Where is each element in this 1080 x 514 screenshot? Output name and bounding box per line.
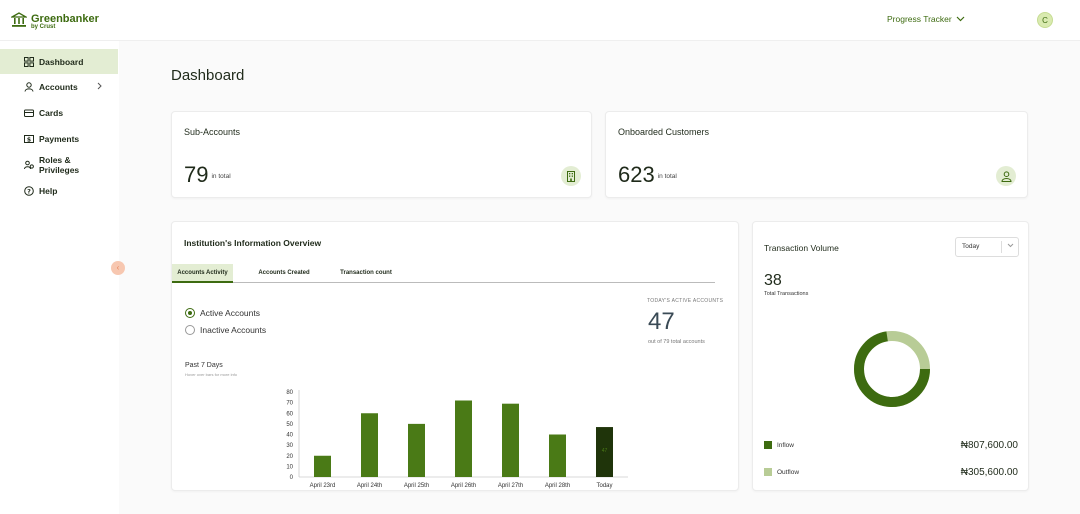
top-bar: Greenbanker by Crust Progress Tracker C xyxy=(0,0,1080,41)
sidebar-item-label: Payments xyxy=(39,134,80,144)
y-tick-label: 60 xyxy=(286,411,293,417)
payments-icon: $ xyxy=(23,134,34,145)
y-tick-label: 10 xyxy=(286,464,293,470)
transaction-donut-chart xyxy=(854,331,930,407)
chevron-right-icon xyxy=(97,82,102,92)
grid-icon xyxy=(23,56,34,67)
onboarded-customers-value: 623 in total xyxy=(618,162,677,187)
chart-bar[interactable] xyxy=(455,400,472,478)
sidebar-item-label: Accounts xyxy=(39,82,78,92)
sub-accounts-value: 79 in total xyxy=(184,162,231,187)
chart-bar[interactable] xyxy=(408,423,425,477)
legend-label: Outflow xyxy=(777,468,800,476)
sidebar-item-label: Cards xyxy=(39,108,64,118)
outflow-amount: ₦305,600.00 xyxy=(960,467,1018,478)
total-transactions-value: 38 xyxy=(764,272,782,289)
svg-text:$: $ xyxy=(26,136,30,143)
x-tick-label: April 23rd xyxy=(310,483,336,489)
overview-card: Institution's Information Overview Accou… xyxy=(171,221,739,491)
sub-accounts-label: Sub-Accounts xyxy=(184,127,241,137)
period-select[interactable]: Today xyxy=(955,237,1019,257)
sidebar-collapse-button[interactable]: ‹ xyxy=(111,261,125,275)
bank-logo-icon xyxy=(9,12,29,33)
user-icon xyxy=(23,82,34,93)
chevron-left-icon: ‹ xyxy=(116,263,120,272)
x-tick-label: April 27th xyxy=(498,483,523,489)
y-tick-label: 70 xyxy=(286,401,293,407)
total-transactions-label: Total Transactions xyxy=(764,291,809,297)
bar-data-label: 47 xyxy=(602,448,608,454)
onboarded-customers-label: Onboarded Customers xyxy=(618,127,710,137)
transaction-volume-title: Transaction Volume xyxy=(764,243,839,253)
legend-outflow: Outflow xyxy=(764,468,799,476)
sidebar-item-roles[interactable]: Roles & Privileges xyxy=(0,153,118,177)
y-tick-label: 40 xyxy=(286,433,293,439)
sidebar: Dashboard Accounts Cards $ Payments Role… xyxy=(0,41,119,514)
users-icon xyxy=(996,166,1016,186)
roles-icon xyxy=(23,160,34,171)
sidebar-item-label: Help xyxy=(39,186,58,196)
sidebar-item-help[interactable]: ? Help xyxy=(0,181,118,201)
svg-text:?: ? xyxy=(27,188,31,196)
x-tick-label: April 28th xyxy=(545,483,570,489)
chart-bar[interactable] xyxy=(502,403,519,477)
sub-accounts-card: Sub-Accounts 79 in total xyxy=(171,111,592,198)
x-tick-label: April 26th xyxy=(451,483,476,489)
sidebar-item-label: Dashboard xyxy=(39,56,84,67)
sidebar-item-accounts[interactable]: Accounts xyxy=(0,77,118,97)
x-tick-label: April 24th xyxy=(357,483,382,489)
onboarded-customers-card: Onboarded Customers 623 in total xyxy=(605,111,1028,198)
y-tick-label: 80 xyxy=(286,390,293,396)
x-tick-label: Today xyxy=(596,483,612,489)
chart-bar[interactable] xyxy=(549,434,566,478)
sidebar-item-payments[interactable]: $ Payments xyxy=(0,129,118,149)
y-tick-label: 50 xyxy=(286,422,293,428)
sidebar-item-label: Roles & Privileges xyxy=(39,155,80,175)
chevron-down-icon xyxy=(956,14,965,24)
sidebar-item-dashboard[interactable]: Dashboard xyxy=(0,49,118,74)
outflow-swatch xyxy=(764,468,772,476)
sidebar-item-cards[interactable]: Cards xyxy=(0,103,118,123)
building-icon xyxy=(561,166,581,186)
transaction-volume-card: Transaction Volume Today 38 Total Transa… xyxy=(752,221,1029,491)
progress-tracker-dropdown[interactable]: Progress Tracker xyxy=(887,14,965,24)
y-tick-label: 0 xyxy=(290,475,294,481)
brand-sub: by Crust xyxy=(31,24,56,30)
avatar[interactable]: C xyxy=(1037,12,1053,28)
progress-tracker-label: Progress Tracker xyxy=(887,14,952,24)
activity-bar-chart: 0 10 20 30 40 50 60 70 80 April 23rd April 24th Apr… xyxy=(286,390,628,489)
legend-label: Inflow xyxy=(777,441,794,449)
y-tick-label: 20 xyxy=(286,454,293,460)
inflow-amount: ₦807,600.00 xyxy=(960,440,1018,451)
card-icon xyxy=(23,108,34,119)
brand-name: Greenbanker xyxy=(31,13,99,25)
inflow-swatch xyxy=(764,441,772,449)
x-tick-label: April 25th xyxy=(404,483,429,489)
legend-inflow: Inflow xyxy=(764,441,794,449)
period-select-value: Today xyxy=(962,243,980,250)
brand-logo[interactable]: Greenbanker by Crust xyxy=(9,12,99,33)
page-title: Dashboard xyxy=(171,67,245,84)
chart-bar[interactable] xyxy=(314,455,331,477)
help-icon: ? xyxy=(23,186,34,197)
chart-bar[interactable] xyxy=(361,413,378,477)
select-divider xyxy=(1001,241,1002,253)
y-tick-label: 30 xyxy=(286,443,293,449)
chevron-down-icon xyxy=(1007,238,1014,256)
